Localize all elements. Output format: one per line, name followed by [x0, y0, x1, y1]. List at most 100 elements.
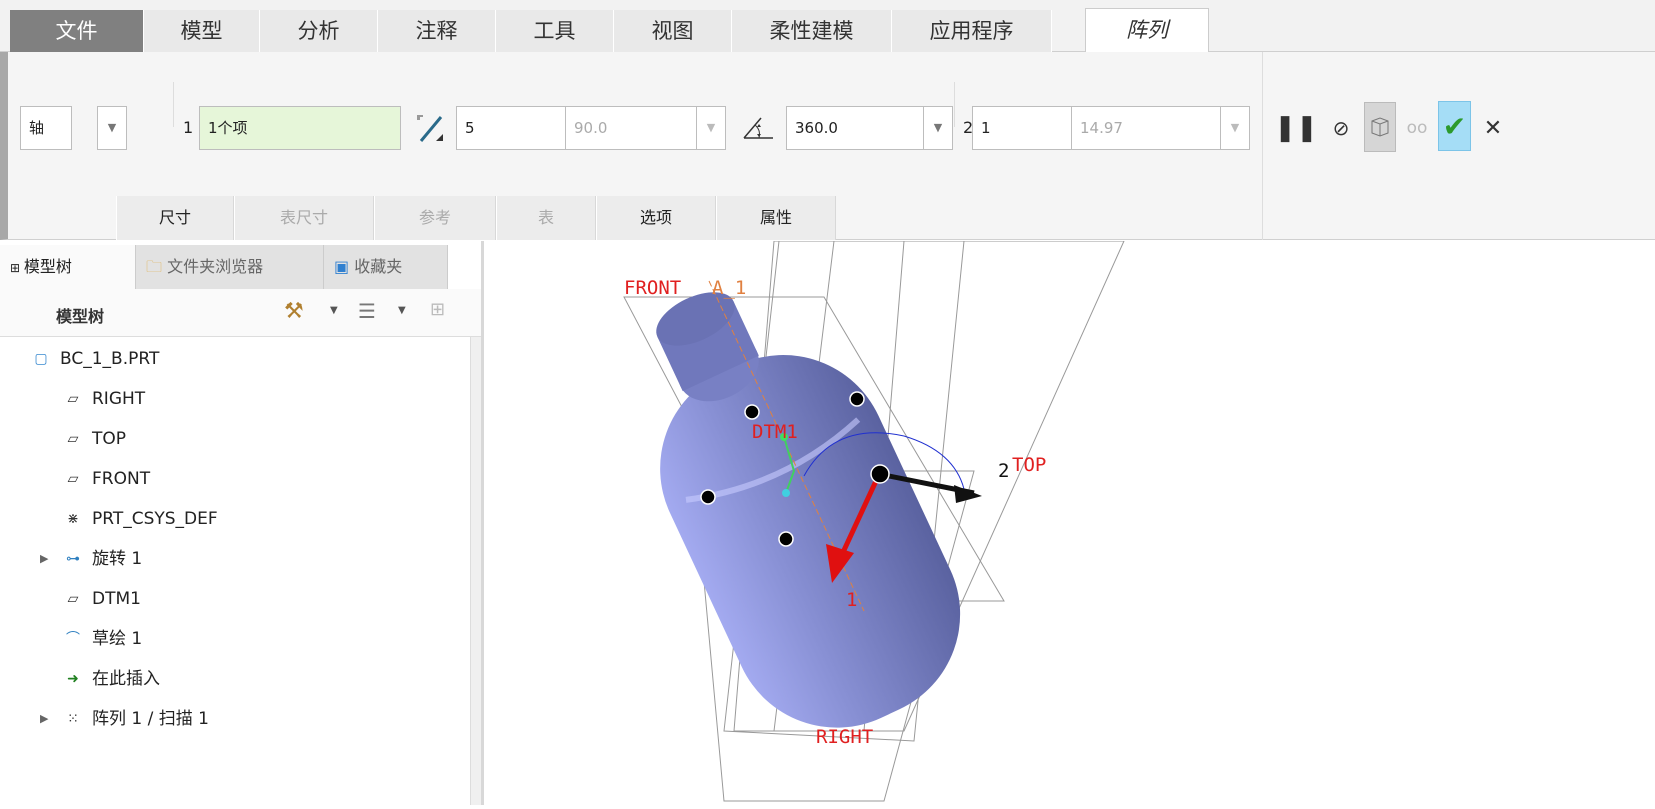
pattern-dashboard: 轴 ▼ 1 1个项 5 90.0 ▼ 360.0 ▼ 2 1 14.97 ▼ ❚… [0, 52, 1655, 240]
folder-icon: 🗀 [146, 257, 168, 276]
geometry-preview-icon[interactable] [1364, 102, 1396, 152]
top-plane-label: TOP [1012, 454, 1046, 476]
show-list-icon[interactable]: ☰ [358, 299, 376, 323]
tab-model[interactable]: 模型 [144, 10, 260, 52]
tree-item[interactable]: ⌒ 草绘 1 [0, 619, 470, 659]
direction2-count-input[interactable]: 1 [972, 106, 1072, 150]
tree-item-label: DTM1 [92, 589, 141, 609]
right-plane-label: RIGHT [816, 726, 873, 748]
datum-plane-icon: ▱ [67, 391, 79, 407]
tab-flexible-modeling[interactable]: 柔性建模 [732, 10, 892, 52]
datum-plane-icon: ▱ [67, 471, 79, 487]
confirm-icon[interactable]: ✔ [1438, 101, 1471, 151]
tree-item[interactable]: ▶ ⁙ 阵列 1 / 扫描 1 [0, 699, 470, 739]
expand-arrow-icon[interactable]: ▶ [40, 539, 48, 579]
tab-label: 文件夹浏览器 [167, 257, 264, 276]
bottle-model [656, 292, 961, 728]
model-canvas[interactable]: FRONT A_1 DTM1 TOP 2 1 RIGHT [484, 240, 1655, 805]
panel-tab-model-tree[interactable]: ⊞ 模型树 [0, 245, 136, 289]
direction1-label: 1 [183, 118, 194, 137]
ribbon-tabs: 文件 模型 分析 注释 工具 视图 柔性建模 应用程序 阵列 [0, 0, 1655, 52]
tree-item[interactable]: ▢ BC_1_B.PRT [0, 339, 470, 379]
revolve-icon: ⊶ [66, 551, 80, 567]
tree-item[interactable]: ▱ RIGHT [0, 379, 470, 419]
pause-icon[interactable]: ❚❚ [1274, 106, 1318, 150]
panel-tab-folder-browser[interactable]: 🗀 文件夹浏览器 [136, 245, 324, 289]
glasses-preview-icon[interactable]: ᴏᴏ [1400, 106, 1434, 150]
cancel-icon[interactable]: ✕ [1478, 106, 1508, 150]
angle-extent-dropdown[interactable]: ▼ [923, 106, 953, 150]
front-plane-label: FRONT [624, 277, 681, 299]
tree-item-label: 在此插入 [92, 669, 160, 689]
subtab-properties[interactable]: 属性 [716, 196, 836, 240]
settings-tools-icon[interactable]: ⚒ [284, 299, 304, 324]
angle-extent-icon[interactable] [736, 106, 780, 150]
angle-extent-input[interactable]: 360.0 [786, 106, 924, 150]
subtab-table-dimensions[interactable]: 表尺寸 [234, 196, 374, 240]
subtab-dimensions[interactable]: 尺寸 [116, 196, 234, 240]
direction2-spacing-dropdown[interactable]: ▼ [1220, 106, 1250, 150]
tab-tools[interactable]: 工具 [496, 10, 614, 52]
pattern-icon: ⁙ [67, 711, 79, 727]
tree-item-label: FRONT [92, 469, 151, 489]
tree-filter-icon[interactable]: ⊞ [430, 299, 445, 320]
direction2-marker: 2 [998, 460, 1009, 482]
subtab-references[interactable]: 参考 [374, 196, 496, 240]
tree-scrollbar[interactable] [470, 337, 481, 805]
direction2-spacing-input[interactable]: 14.97 [1071, 106, 1221, 150]
csys-icon: ⋇ [67, 511, 79, 527]
dtm1-label: DTM1 [752, 421, 798, 443]
separator [173, 82, 174, 127]
favorites-folder-icon: ▣ [334, 257, 355, 276]
separator [954, 82, 955, 127]
member-angle-input[interactable]: 90.0 [565, 106, 697, 150]
tree-item[interactable]: ▶ ⊶ 旋转 1 [0, 539, 470, 579]
direction1-marker: 1 [846, 589, 857, 611]
member-angle-dropdown[interactable]: ▼ [696, 106, 726, 150]
direction1-reference-collector[interactable]: 1个项 [199, 106, 401, 150]
tree-item-label: 阵列 1 / 扫描 1 [92, 709, 209, 729]
graphics-viewport[interactable]: FRONT A_1 DTM1 TOP 2 1 RIGHT [484, 240, 1655, 805]
model-tree-title: 模型树 [56, 307, 105, 326]
tree-item-label: TOP [92, 429, 127, 449]
no-preview-icon[interactable]: ⊘ [1326, 106, 1356, 150]
tree-item[interactable]: ⋇ PRT_CSYS_DEF [0, 499, 470, 539]
separator [1262, 52, 1263, 240]
subtab-tables[interactable]: 表 [496, 196, 596, 240]
tree-item-label: 旋转 1 [92, 549, 143, 569]
tree-item-label: BC_1_B.PRT [60, 349, 160, 369]
member-count-input[interactable]: 5 [456, 106, 566, 150]
pattern-type-select[interactable]: 轴 [20, 106, 72, 150]
tab-pattern[interactable]: 阵列 [1085, 8, 1209, 52]
tab-analysis[interactable]: 分析 [260, 10, 378, 52]
pattern-type-dropdown[interactable]: ▼ [97, 106, 127, 150]
tree-item[interactable]: ▱ TOP [0, 419, 470, 459]
axis-label: A_1 [712, 277, 746, 299]
flip-direction-icon[interactable] [410, 106, 450, 150]
tab-annotate[interactable]: 注释 [378, 10, 496, 52]
datum-plane-icon: ▱ [67, 591, 79, 607]
tree-item-label: PRT_CSYS_DEF [92, 509, 218, 529]
tab-view[interactable]: 视图 [614, 10, 732, 52]
tab-label: 模型树 [23, 257, 72, 276]
tab-label: 收藏夹 [354, 257, 403, 276]
insert-arrow-icon: ➜ [67, 671, 79, 687]
subtab-options[interactable]: 选项 [596, 196, 716, 240]
tree-item-label: RIGHT [92, 389, 146, 409]
datum-plane-icon: ▱ [67, 431, 79, 447]
chevron-down-icon[interactable]: ▼ [398, 305, 406, 316]
tree-item-label: 草绘 1 [92, 629, 143, 649]
tree-item[interactable]: ➜ 在此插入 [0, 659, 470, 699]
navigator-panel: ⊞ 模型树 🗀 文件夹浏览器 ▣ 收藏夹 模型树 ⚒ ▼ ☰ ▼ ⊞ ▢ BC_1… [0, 241, 484, 805]
tree-item[interactable]: ▱ FRONT [0, 459, 470, 499]
sketch-icon: ⌒ [66, 631, 80, 647]
part-icon: ▢ [34, 351, 48, 367]
panel-tab-favorites[interactable]: ▣ 收藏夹 [324, 245, 448, 289]
expand-arrow-icon[interactable]: ▶ [40, 699, 48, 739]
model-tree-header: 模型树 ⚒ ▼ ☰ ▼ ⊞ [0, 289, 481, 337]
chevron-down-icon[interactable]: ▼ [330, 305, 338, 316]
model-tree-icon: ⊞ [10, 261, 24, 275]
tree-item[interactable]: ▱ DTM1 [0, 579, 470, 619]
tab-file[interactable]: 文件 [10, 10, 144, 52]
tab-applications[interactable]: 应用程序 [892, 10, 1052, 52]
